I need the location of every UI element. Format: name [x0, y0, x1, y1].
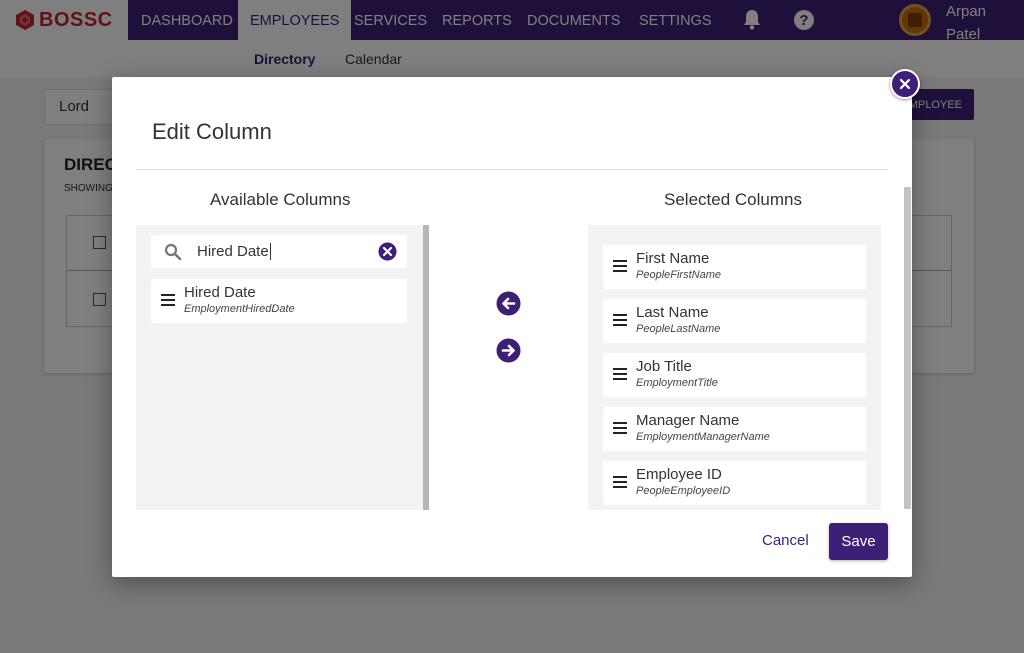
modal-title: Edit Column	[152, 119, 272, 144]
list-item[interactable]: Employee ID PeopleEmployeeID	[603, 461, 866, 505]
drag-handle-icon[interactable]	[613, 476, 627, 488]
available-columns-list[interactable]: Hired Date Hired Date EmploymentHiredDat…	[136, 225, 429, 510]
drag-handle-icon[interactable]	[613, 260, 627, 272]
column-key: PeopleEmployeeID	[636, 485, 731, 497]
selected-columns-list[interactable]: First Name PeopleFirstName Last Name Peo…	[588, 225, 881, 510]
close-button[interactable]	[890, 69, 920, 99]
save-button[interactable]: Save	[829, 523, 888, 560]
list-item[interactable]: Manager Name EmploymentManagerName	[603, 407, 866, 451]
move-left-arrow-icon[interactable]	[496, 291, 521, 316]
drag-handle-icon[interactable]	[613, 422, 627, 434]
column-search-input[interactable]: Hired Date	[151, 235, 407, 268]
search-icon	[164, 243, 182, 261]
available-columns-heading: Available Columns	[210, 190, 351, 209]
column-name: Last Name	[636, 304, 709, 321]
column-name: Hired Date	[184, 284, 256, 301]
column-key: EmploymentHiredDate	[184, 303, 295, 315]
modal-divider	[136, 169, 888, 170]
selected-columns-heading: Selected Columns	[664, 190, 802, 209]
list-item[interactable]: First Name PeopleFirstName	[603, 245, 866, 289]
column-name: Manager Name	[636, 412, 740, 429]
list-item[interactable]: Job Title EmploymentTitle	[603, 353, 866, 397]
column-key: EmploymentManagerName	[636, 431, 770, 443]
drag-handle-icon[interactable]	[161, 294, 175, 306]
cancel-button[interactable]: Cancel	[762, 532, 809, 549]
edit-column-modal: Edit Column Available Columns Selected C…	[112, 69, 920, 577]
column-key: EmploymentTitle	[636, 377, 718, 389]
column-key: PeopleFirstName	[636, 269, 721, 281]
column-name: Job Title	[636, 358, 692, 375]
drag-handle-icon[interactable]	[613, 368, 627, 380]
column-search-value[interactable]: Hired Date	[197, 243, 271, 260]
column-name: First Name	[636, 250, 710, 267]
list-item[interactable]: Last Name PeopleLastName	[603, 299, 866, 343]
list-item[interactable]: Hired Date EmploymentHiredDate	[151, 279, 407, 323]
column-key: PeopleLastName	[636, 323, 721, 335]
modal-scrollbar[interactable]	[904, 187, 911, 509]
close-icon	[899, 78, 911, 90]
column-name: Employee ID	[636, 466, 722, 483]
drag-handle-icon[interactable]	[613, 314, 627, 326]
clear-search-icon[interactable]	[378, 242, 397, 261]
move-right-arrow-icon[interactable]	[496, 338, 521, 363]
